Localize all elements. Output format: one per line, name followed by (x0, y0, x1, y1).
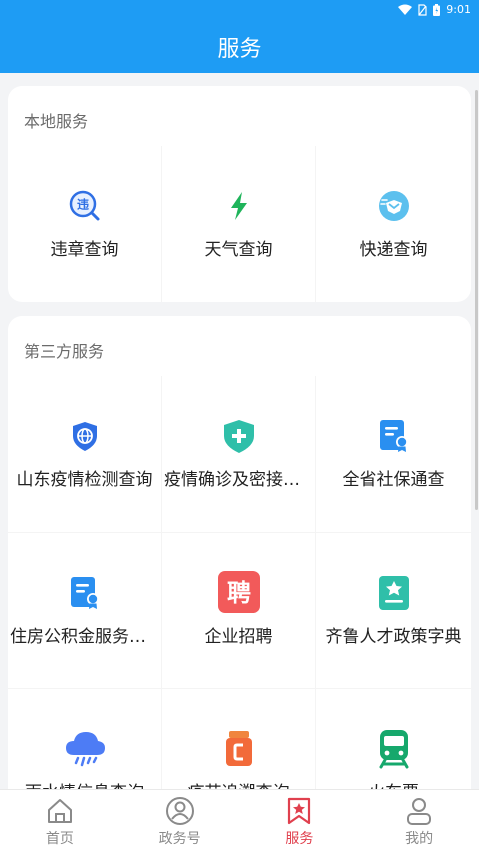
page-title: 服务 (217, 37, 262, 62)
service-item-housing-fund[interactable]: 住房公积金服务大厅 (8, 533, 162, 689)
service-label: 企业招聘 (204, 627, 273, 647)
service-grid: 山东疫情检测查询 疫情确诊及密接查询 全省社保通查 住房公积金服务大厅 聘 企业… (8, 376, 471, 849)
tab-label: 服务 (285, 831, 314, 847)
recruit-icon: 聘 (217, 571, 260, 613)
service-label: 齐鲁人才政策字典 (325, 627, 462, 647)
tab-profile[interactable]: 我的 (359, 790, 479, 851)
service-label: 山东疫情检测查询 (16, 470, 153, 490)
service-item-epidemic-contact[interactable]: 疫情确诊及密接查询 (162, 376, 316, 533)
service-item-express[interactable]: 快递查询 (316, 146, 471, 302)
tab-label: 政务号 (158, 831, 201, 847)
third-party-services-card: 第三方服务 山东疫情检测查询 疫情确诊及密接查询 全省社保通查 住房公积金服务大… (8, 316, 471, 851)
tab-service[interactable]: 服务 (240, 790, 360, 851)
local-services-card: 本地服务 违 违章查询 天气查询 快递查询 (8, 86, 471, 302)
rain-cloud-icon (64, 727, 106, 769)
government-icon (165, 796, 195, 826)
tab-home[interactable]: 首页 (0, 790, 120, 851)
violation-search-icon: 违 (67, 188, 103, 224)
service-item-recruitment[interactable]: 聘 企业招聘 (162, 533, 316, 689)
service-label: 违章查询 (50, 240, 119, 260)
star-document-icon (376, 575, 412, 611)
profile-icon (404, 796, 434, 826)
service-item-talent-policy[interactable]: 齐鲁人才政策字典 (316, 533, 471, 689)
scrollbar[interactable] (475, 90, 478, 510)
app-bar: 服务 (0, 22, 479, 73)
service-label: 住房公积金服务大厅 (10, 627, 159, 647)
service-label: 全省社保通查 (342, 470, 445, 490)
svg-text:聘: 聘 (227, 579, 251, 607)
service-item-weather[interactable]: 天气查询 (162, 146, 316, 302)
certificate-icon (376, 418, 412, 454)
lightning-icon (221, 188, 257, 224)
service-label: 天气查询 (204, 240, 273, 260)
tab-label: 首页 (45, 831, 74, 847)
home-icon (45, 796, 75, 826)
wifi-icon (398, 4, 413, 16)
status-bar: 9:01 (0, 0, 479, 22)
train-icon (373, 727, 415, 769)
service-bookmark-icon (284, 796, 314, 826)
no-sim-icon (418, 3, 427, 16)
service-label: 快递查询 (359, 240, 428, 260)
section-title: 本地服务 (24, 112, 89, 131)
service-label: 疫情确诊及密接查询 (164, 470, 313, 490)
shield-globe-icon (67, 418, 103, 454)
section-title: 第三方服务 (24, 342, 105, 361)
service-item-social-security[interactable]: 全省社保通查 (316, 376, 471, 533)
battery-icon (433, 3, 441, 16)
certificate-icon (67, 575, 103, 611)
status-time: 9:01 (446, 3, 471, 16)
service-grid: 违 违章查询 天气查询 快递查询 (8, 146, 471, 302)
service-item-epidemic-test[interactable]: 山东疫情检测查询 (8, 376, 162, 533)
tab-government[interactable]: 政务号 (120, 790, 240, 851)
delivery-icon (376, 188, 412, 224)
shield-plus-icon (221, 418, 257, 454)
tab-label: 我的 (405, 831, 434, 847)
bottom-tab-bar: 首页 政务号 服务 我的 (0, 789, 479, 851)
svg-text:违: 违 (76, 197, 88, 212)
service-item-violation[interactable]: 违 违章查询 (8, 146, 162, 302)
vaccine-icon (218, 727, 260, 769)
